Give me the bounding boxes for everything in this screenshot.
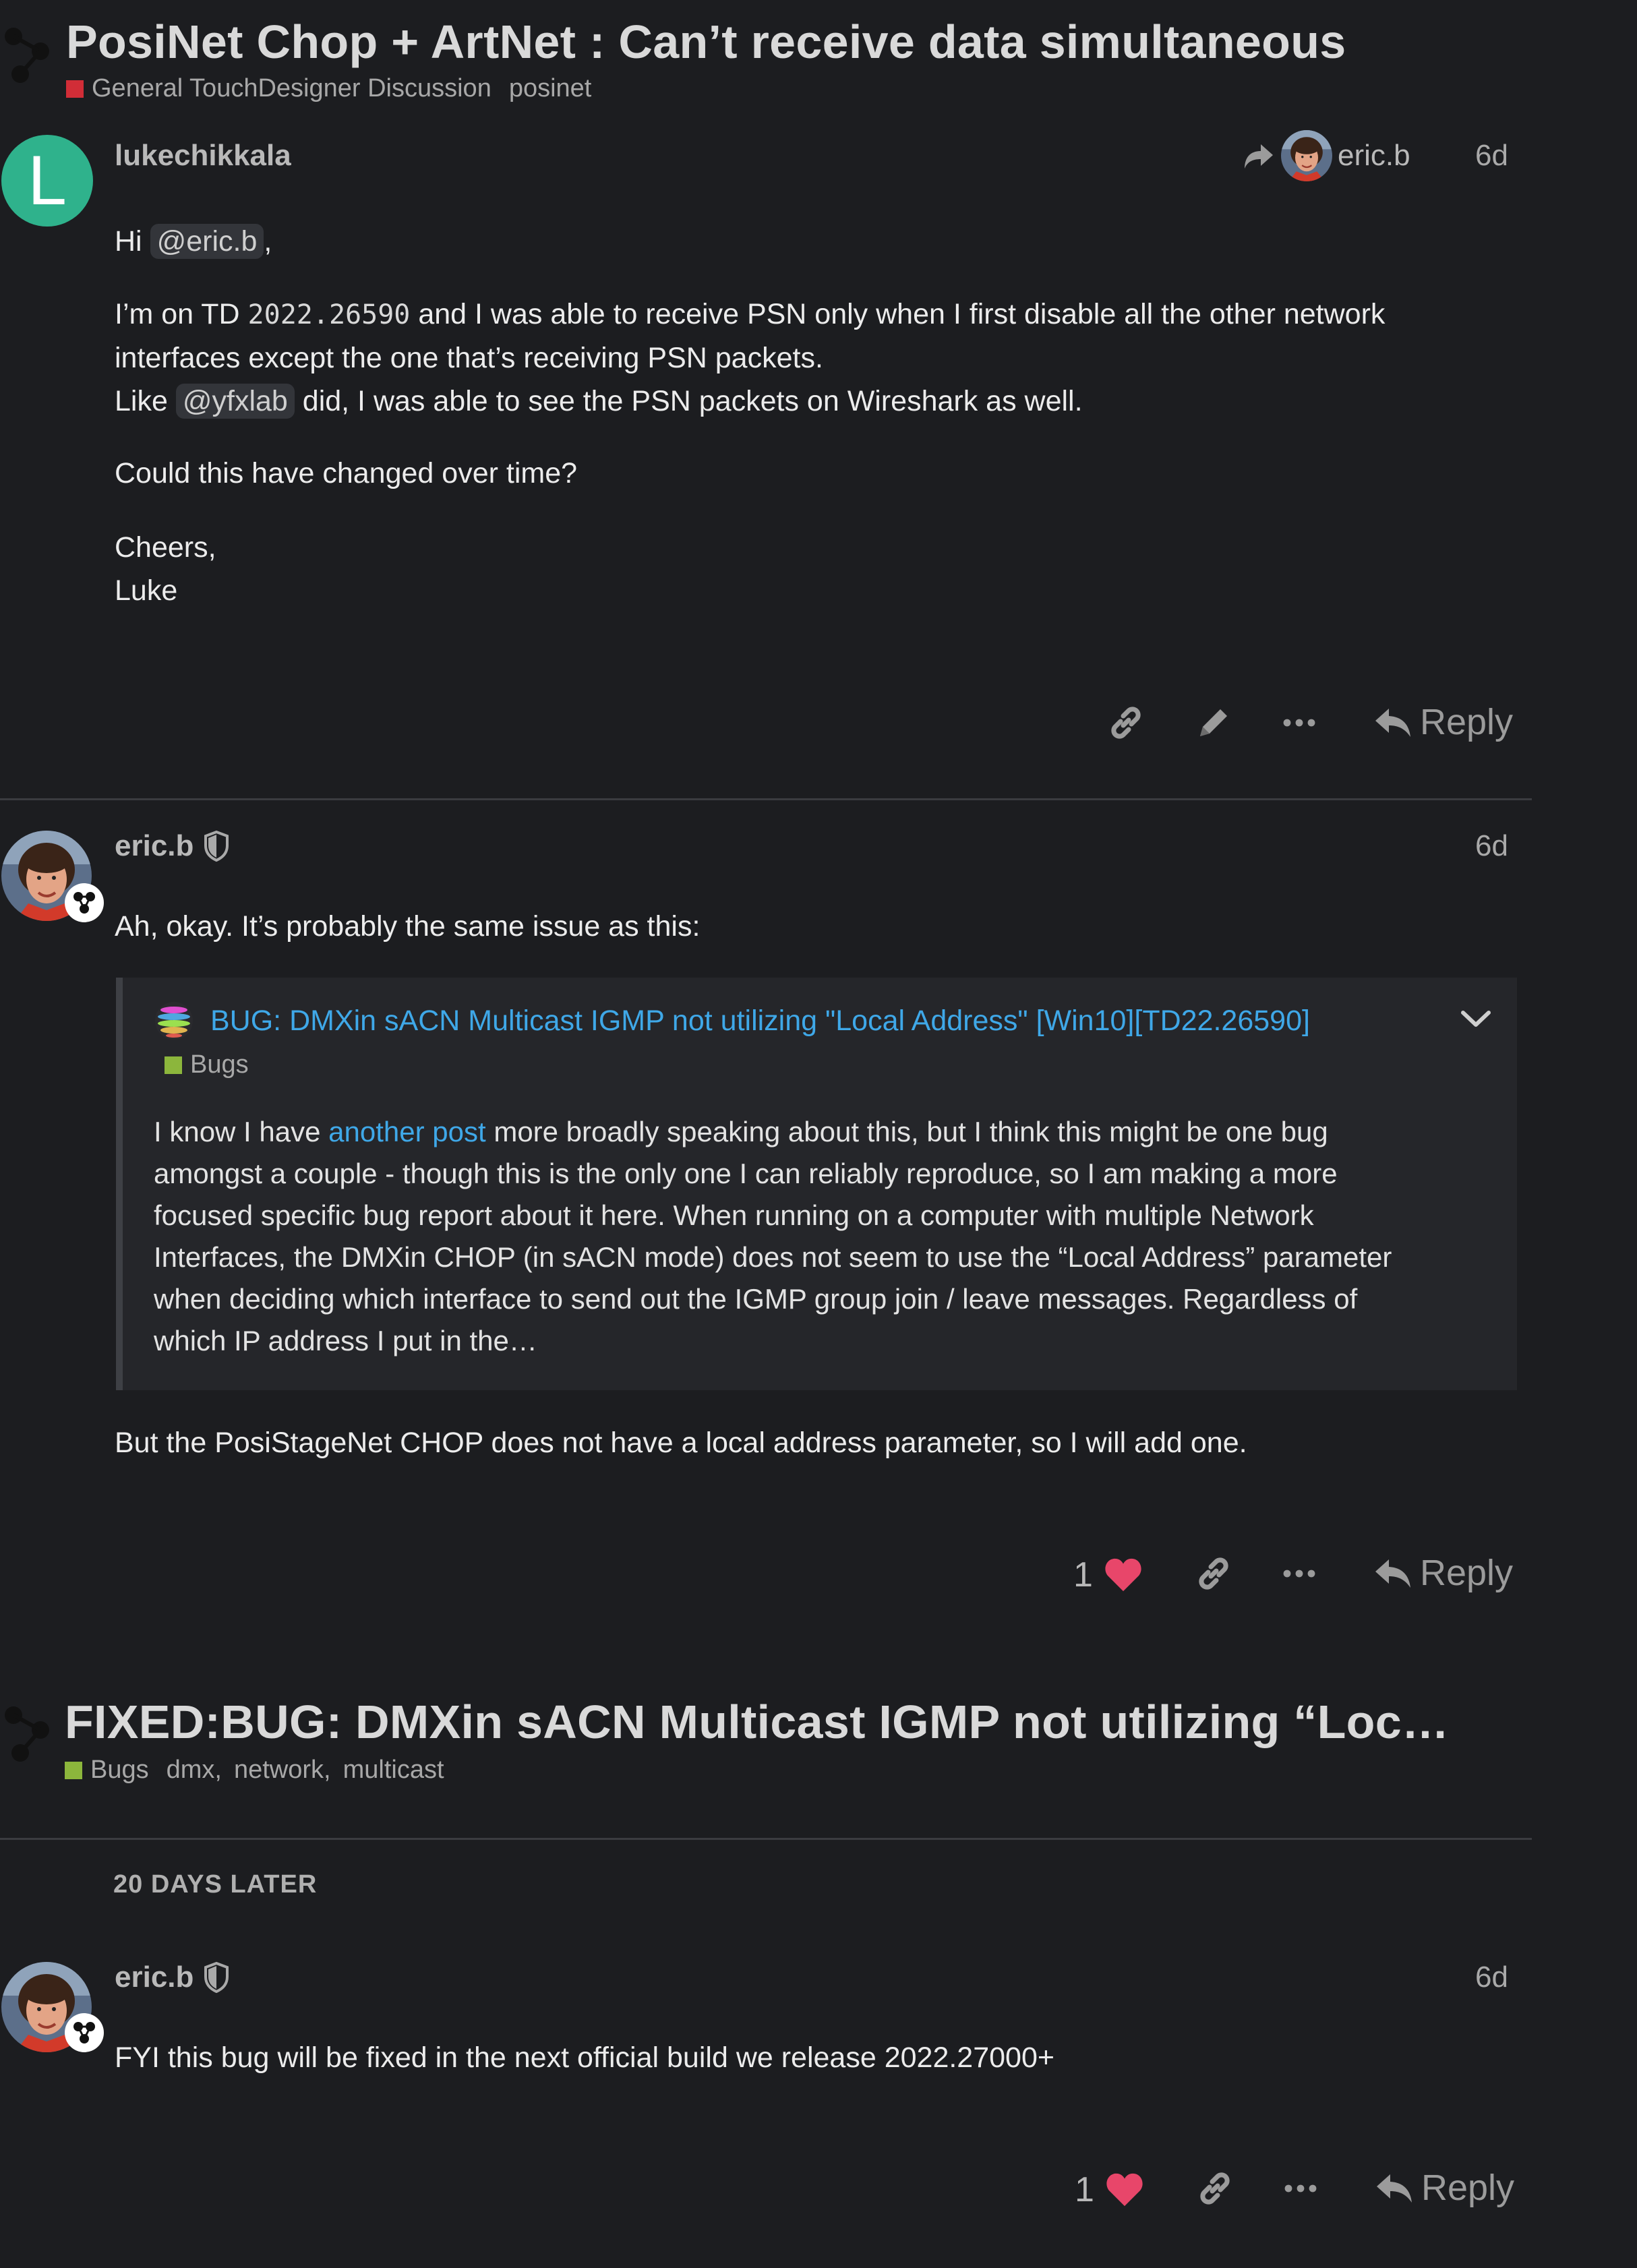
- moderator-shield-icon: [203, 1962, 230, 1993]
- topic-tag[interactable]: multicast: [343, 1756, 444, 1785]
- tag-separator: ,: [214, 1756, 222, 1784]
- post-paragraph: Cheers, Luke: [115, 526, 216, 612]
- more-actions-icon[interactable]: [1281, 716, 1317, 729]
- post-username[interactable]: lukechikkala: [115, 139, 291, 173]
- chevron-down-icon[interactable]: [1459, 1009, 1493, 1029]
- reply-label: Reply: [1420, 702, 1514, 742]
- post-paragraph: Ah, okay. It’s probably the same issue a…: [115, 910, 701, 943]
- onebox-header[interactable]: BUG: DMXin sACN Multicast IGMP not utili…: [154, 1001, 1310, 1041]
- user-mention[interactable]: @yfxlab: [175, 384, 295, 419]
- post-username[interactable]: eric.b: [115, 829, 194, 863]
- post-date[interactable]: 6d: [1475, 139, 1508, 173]
- topic-tag[interactable]: dmx: [167, 1756, 215, 1785]
- text-span: I know I have: [154, 1116, 321, 1147]
- reply-button[interactable]: Reply: [1373, 701, 1513, 743]
- topic-link-icon: [0, 1699, 58, 1773]
- inline-code: 2022.26590: [247, 299, 411, 330]
- forum-favicon-icon: [154, 1001, 194, 1041]
- text-span: and I was able to receive PSN only when …: [418, 298, 1386, 330]
- category-badge: [65, 1761, 82, 1779]
- more-actions-icon[interactable]: [1282, 2182, 1319, 2195]
- avatar[interactable]: L: [1, 135, 93, 227]
- topic-tag[interactable]: posinet: [509, 74, 592, 103]
- reply-label: Reply: [1420, 1553, 1514, 1593]
- copy-link-icon[interactable]: [1106, 703, 1146, 743]
- text-line: Cheers,: [115, 531, 216, 564]
- text-span: more broadly speaking about this, but I …: [494, 1116, 1328, 1147]
- reply-to-avatar: [1281, 130, 1332, 181]
- post-author: eric.b: [115, 1961, 230, 1994]
- copy-link-icon[interactable]: [1195, 2168, 1235, 2209]
- topic-category[interactable]: General TouchDesigner Discussion: [66, 74, 492, 103]
- text-line: amongst a couple - though this is the on…: [154, 1158, 1338, 1189]
- copy-link-icon[interactable]: [1193, 1553, 1234, 1594]
- more-actions-icon[interactable]: [1281, 1567, 1317, 1580]
- post-paragraph: Hi @eric.b,: [115, 220, 272, 263]
- greeting-comma: ,: [264, 225, 272, 258]
- topic-meta: General TouchDesigner Discussion posinet: [66, 74, 591, 103]
- onebox-excerpt: I know I have another post more broadly …: [154, 1111, 1509, 1362]
- text-line: interfaces except the one that’s receivi…: [115, 342, 823, 374]
- reply-to-arrow-icon: [1242, 139, 1276, 173]
- reply-button[interactable]: Reply: [1374, 2167, 1514, 2209]
- avatar-letter: L: [28, 141, 67, 220]
- linked-topic-category[interactable]: Bugs: [65, 1756, 149, 1785]
- reply-icon: [1373, 1553, 1413, 1593]
- reply-to-username: eric.b: [1338, 139, 1410, 172]
- reply-button[interactable]: Reply: [1373, 1552, 1513, 1594]
- category-label: Bugs: [190, 1050, 249, 1079]
- post-divider: [0, 1838, 1532, 1840]
- topic-link-icon: [0, 20, 58, 94]
- linked-topic-meta: Bugs dmx, network, multicast: [65, 1756, 444, 1785]
- inline-link[interactable]: another post: [328, 1116, 486, 1147]
- category-label: Bugs: [90, 1756, 149, 1784]
- post-paragraph: I’m on TD 2022.26590 and I was able to r…: [115, 293, 1530, 423]
- heart-icon: [1105, 2172, 1144, 2207]
- user-mention[interactable]: @eric.b: [150, 224, 264, 259]
- tag-separator: ,: [324, 1756, 331, 1784]
- onebox-category[interactable]: Bugs: [165, 1050, 249, 1079]
- post-paragraph: FYI this bug will be fixed in the next o…: [115, 2041, 1054, 2074]
- reply-icon: [1373, 702, 1413, 742]
- user-flair-icon: [65, 2013, 104, 2052]
- like-count: 1: [1073, 1555, 1093, 1594]
- reply-to-indicator[interactable]: eric.b: [1242, 130, 1410, 181]
- heart-icon: [1104, 1557, 1143, 1592]
- linked-topic-title[interactable]: FIXED:BUG: DMXin sACN Multicast IGMP not…: [65, 1695, 1449, 1749]
- time-gap-label: 20 DAYS LATER: [113, 1870, 318, 1899]
- onebox-title[interactable]: BUG: DMXin sACN Multicast IGMP not utili…: [210, 1005, 1310, 1038]
- like-button[interactable]: 1: [1073, 1555, 1143, 1595]
- text-span: I’m on TD: [115, 298, 240, 330]
- user-flair-icon: [65, 883, 104, 922]
- onebox-quote: BUG: DMXin sACN Multicast IGMP not utili…: [116, 978, 1517, 1390]
- post-username[interactable]: eric.b: [115, 1961, 194, 1994]
- post-paragraph: But the PosiStageNet CHOP does not have …: [115, 1427, 1247, 1459]
- post-paragraph: Could this have changed over time?: [115, 457, 578, 489]
- moderator-shield-icon: [203, 831, 230, 862]
- like-button[interactable]: 1: [1075, 2170, 1144, 2210]
- reply-label: Reply: [1421, 2168, 1515, 2208]
- text-line: Interfaces, the DMXin CHOP (in sACN mode…: [154, 1241, 1392, 1273]
- text-line: which IP address I put in the…: [154, 1325, 537, 1356]
- text-line: focused specific bug report about it her…: [154, 1199, 1314, 1231]
- topic-title[interactable]: PosiNet Chop + ArtNet : Can’t receive da…: [66, 15, 1346, 69]
- like-count: 1: [1075, 2170, 1094, 2209]
- text-line: Luke: [115, 574, 178, 607]
- text-line: when deciding which interface to send ou…: [154, 1283, 1358, 1315]
- post-date[interactable]: 6d: [1475, 1961, 1508, 1994]
- greeting-text: Hi: [115, 225, 142, 258]
- category-label: General TouchDesigner Discussion: [92, 74, 492, 102]
- edit-icon[interactable]: [1193, 703, 1234, 743]
- category-badge: [165, 1056, 182, 1074]
- reply-icon: [1374, 2168, 1415, 2208]
- post-divider: [0, 798, 1532, 800]
- post-date[interactable]: 6d: [1475, 829, 1508, 863]
- post-author: eric.b: [115, 829, 230, 863]
- text-span: Like: [115, 385, 168, 417]
- topic-tag[interactable]: network: [234, 1756, 324, 1785]
- text-span: did, I was able to see the PSN packets o…: [302, 385, 1083, 417]
- category-badge: [66, 80, 84, 98]
